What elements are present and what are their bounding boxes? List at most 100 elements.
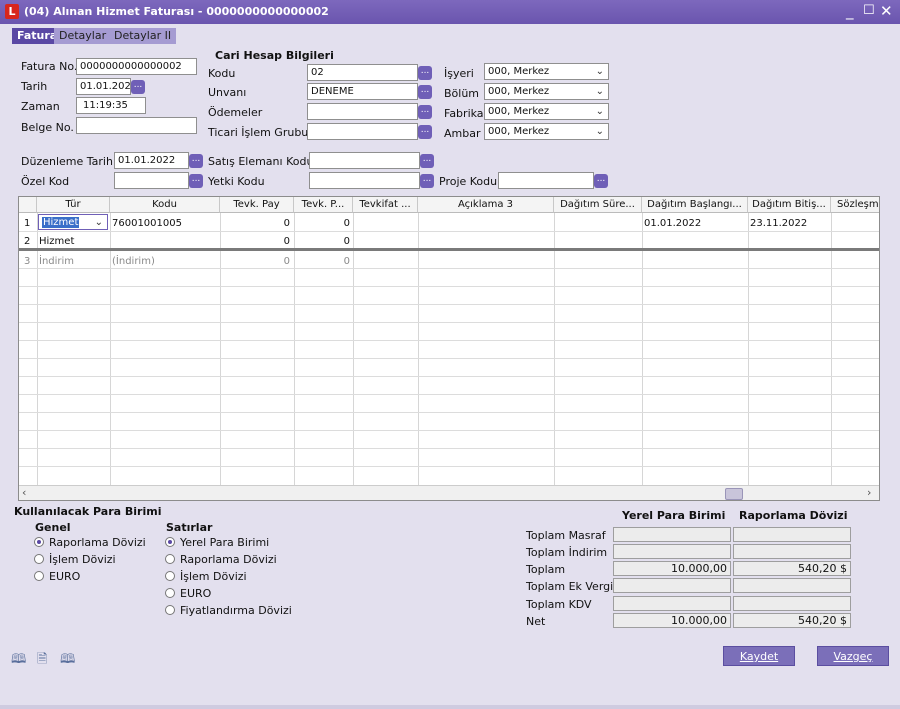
toplam-ek-vergi-yerel [613, 578, 731, 593]
close-icon[interactable]: ✕ [880, 2, 893, 20]
genel-radio-euro[interactable] [34, 571, 44, 581]
satirlar-radio-fiyatlandirma[interactable] [165, 605, 175, 615]
grid-header-tevkifat[interactable]: Tevkifat ... [353, 197, 418, 213]
grid-col-line [831, 213, 832, 485]
genel-option-label: İşlem Dövizi [49, 553, 116, 566]
tur-cell[interactable]: İndirim [39, 256, 74, 267]
odemeler-field[interactable] [307, 103, 418, 120]
toplam-kdv-yerel [613, 596, 731, 611]
grid-header-kodu[interactable]: Kodu [110, 197, 220, 213]
tarih-label: Tarih [21, 80, 48, 93]
lines-grid[interactable]: Tür Kodu Tevk. Pay Tevk. P... Tevkifat .… [18, 196, 880, 501]
satirlar-radio-raporlama[interactable] [165, 554, 175, 564]
book-open-icon[interactable]: 🕮 [60, 650, 75, 672]
cari-kodu-lookup-button[interactable]: ... [418, 66, 432, 80]
ozel-kod-lookup-button[interactable]: ... [189, 174, 203, 188]
grid-header-tevk-pay[interactable]: Tevk. Pay [220, 197, 294, 213]
dagitim-baslangic-cell[interactable]: 01.01.2022 [644, 218, 701, 229]
tevk-payda-cell[interactable]: 0 [294, 218, 350, 229]
tarih-lookup-button[interactable]: ... [131, 80, 145, 94]
zaman-field[interactable]: 11:19:35 [76, 97, 146, 114]
yetki-field[interactable] [309, 172, 420, 189]
kodu-cell[interactable]: (İndirim) [112, 256, 155, 267]
grid-header-dagitim-bitis[interactable]: Dağıtım Bitiş... [748, 197, 831, 213]
proje-label: Proje Kodu [439, 175, 498, 188]
grid-row-line [19, 231, 879, 232]
zaman-label: Zaman [21, 100, 60, 113]
scroll-right-icon[interactable]: › [867, 486, 871, 499]
ticari-lookup-button[interactable]: ... [418, 125, 432, 139]
grid-header-tevk-payda[interactable]: Tevk. P... [294, 197, 353, 213]
scroll-thumb[interactable] [725, 488, 743, 500]
satis-field[interactable] [309, 152, 420, 169]
grid-header-dagitim-sure[interactable]: Dağıtım Süre... [554, 197, 642, 213]
bolum-select[interactable]: 000, Merkez ⌄ [484, 83, 609, 100]
chevron-down-icon: ⌄ [595, 106, 604, 117]
net-yerel: 10.000,00 [613, 613, 731, 628]
unvani-lookup-button[interactable]: ... [418, 85, 432, 99]
save-button[interactable]: Kaydet [723, 646, 795, 666]
grid-header-sozlesme[interactable]: Sözleşm [831, 197, 879, 213]
satirlar-radio-euro[interactable] [165, 588, 175, 598]
ticari-field[interactable] [307, 123, 418, 140]
tur-cell[interactable]: Hizmet [39, 236, 74, 247]
tevk-payda-cell[interactable]: 0 [294, 256, 350, 267]
toplam-indirim-yerel [613, 544, 731, 559]
chevron-down-icon: ⌄ [595, 86, 604, 97]
duzenleme-lookup-button[interactable]: ... [189, 154, 203, 168]
toplam-indirim-rapor [733, 544, 851, 559]
belge-no-field[interactable] [76, 117, 197, 134]
totals-label: Toplam KDV [526, 598, 592, 611]
ozel-kod-field[interactable] [114, 172, 189, 189]
tevk-pay-cell[interactable]: 0 [220, 236, 290, 247]
grid-row-line [19, 268, 879, 269]
tevk-pay-cell[interactable]: 0 [220, 256, 290, 267]
cari-heading: Cari Hesap Bilgileri [215, 49, 334, 62]
odemeler-lookup-button[interactable]: ... [418, 105, 432, 119]
tevk-pay-cell[interactable]: 0 [220, 218, 290, 229]
window-title: (04) Alınan Hizmet Faturası - 0000000000… [24, 5, 329, 18]
satis-lookup-button[interactable]: ... [420, 154, 434, 168]
tevk-payda-cell[interactable]: 0 [294, 236, 350, 247]
ambar-select[interactable]: 000, Merkez ⌄ [484, 123, 609, 140]
proje-field[interactable] [498, 172, 594, 189]
genel-radio-raporlama[interactable] [34, 537, 44, 547]
unvani-label: Unvanı [208, 86, 247, 99]
yetki-lookup-button[interactable]: ... [420, 174, 434, 188]
document-icon[interactable]: 🗎 [37, 650, 47, 672]
book-icon[interactable]: 🕮 [11, 650, 26, 672]
grid-header-tur[interactable]: Tür [37, 197, 110, 213]
tab-detaylar[interactable]: Detaylar [54, 28, 112, 44]
grid-col-line [37, 213, 38, 485]
tab-detaylar-ii[interactable]: Detaylar II [109, 28, 177, 44]
totals-label: Toplam Ek Vergi [526, 580, 614, 593]
fatura-no-field[interactable]: 0000000000000002 [76, 58, 197, 75]
cancel-button[interactable]: Vazgeç [817, 646, 889, 666]
satirlar-option-label: Yerel Para Birimi [180, 536, 270, 549]
satirlar-radio-yerel[interactable] [165, 537, 175, 547]
genel-radio-islem[interactable] [34, 554, 44, 564]
duzenleme-field[interactable]: 01.01.2022 [114, 152, 189, 169]
unvani-field[interactable]: DENEME [307, 83, 418, 100]
fabrika-select[interactable]: 000, Merkez ⌄ [484, 103, 609, 120]
tur-select[interactable]: Hizmet ⌄ [38, 214, 108, 230]
maximize-icon[interactable]: ☐ [863, 2, 875, 20]
scroll-left-icon[interactable]: ‹ [22, 486, 26, 499]
minimize-icon[interactable]: _ [846, 2, 854, 20]
dagitim-bitis-cell[interactable]: 23.11.2022 [750, 218, 807, 229]
satirlar-radio-islem[interactable] [165, 571, 175, 581]
grid-header-dagitim-baslangic[interactable]: Dağıtım Başlangı... [642, 197, 748, 213]
isyeri-select[interactable]: 000, Merkez ⌄ [484, 63, 609, 80]
chevron-down-icon: ⌄ [595, 66, 604, 77]
kodu-cell[interactable]: 76001001005 [112, 218, 182, 229]
grid-row-line [19, 394, 879, 395]
cari-kodu-field[interactable]: 02 [307, 64, 418, 81]
tarih-field[interactable]: 01.01.2022 [76, 78, 131, 95]
grid-col-line [220, 213, 221, 485]
ticari-label: Ticari İşlem Grubu [208, 126, 309, 139]
grid-header-aciklama3[interactable]: Açıklama 3 [418, 197, 554, 213]
bolum-label: Bölüm [444, 87, 480, 100]
proje-lookup-button[interactable]: ... [594, 174, 608, 188]
ozel-kod-label: Özel Kod [21, 175, 70, 188]
grid-horizontal-scrollbar[interactable]: ‹ › [19, 485, 879, 500]
